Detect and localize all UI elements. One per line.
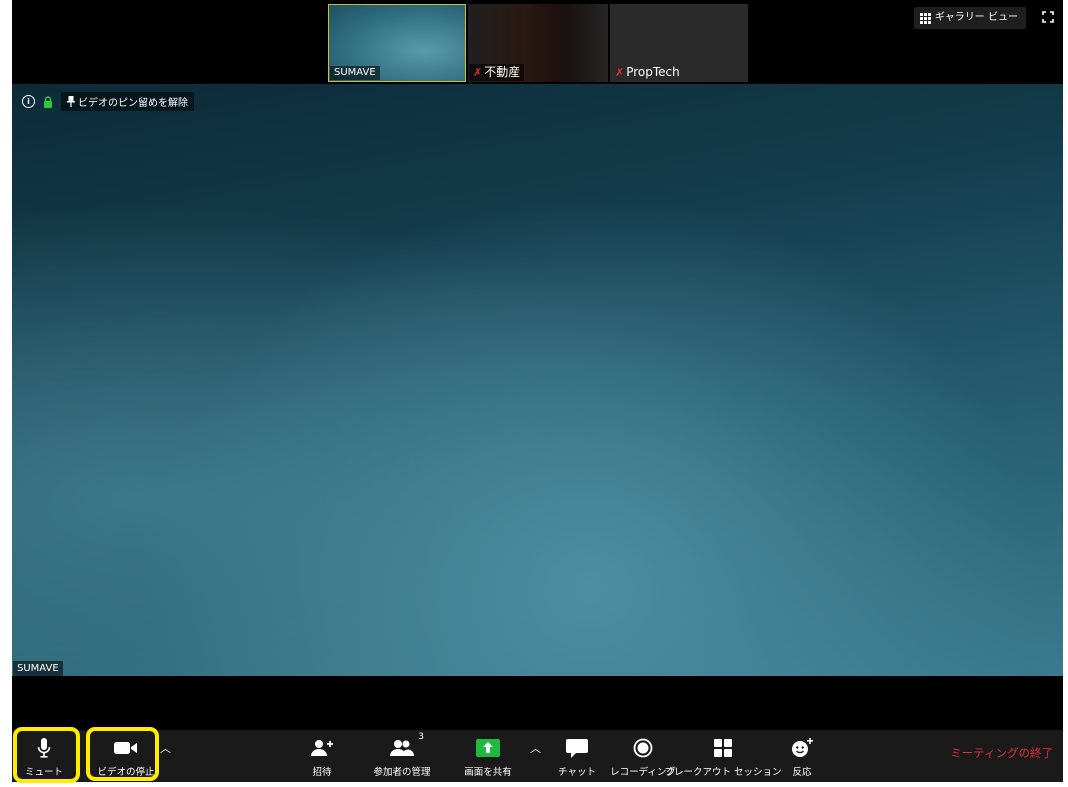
participant-name: SUMAVE <box>330 66 380 80</box>
share-screen-label: 画面を共有 <box>464 767 512 778</box>
reactions-button[interactable]: 反応 <box>784 730 820 782</box>
invite-button[interactable]: 招待 <box>302 730 342 782</box>
end-meeting-button[interactable]: ミーティングの終了 <box>950 745 1053 761</box>
manage-participants-label: 参加者の管理 <box>373 767 431 778</box>
gallery-view-button[interactable]: ギャラリー ビュー <box>913 7 1026 29</box>
chat-icon <box>566 736 588 760</box>
thumbnail-proptech[interactable]: ✗ PropTech <box>610 4 748 82</box>
participant-label: ✗ PropTech <box>611 64 684 81</box>
share-screen-icon <box>476 736 500 760</box>
pin-icon <box>67 96 75 107</box>
zoom-window: SUMAVE ✗ 不動産 ✗ PropTech ギャラリー ビュー i ビデオの… <box>12 0 1063 783</box>
unpin-video-label: ビデオのピン留めを解除 <box>78 98 188 109</box>
breakout-session-button[interactable]: ブレークアウト セッション <box>664 730 782 782</box>
share-screen-button[interactable]: 画面を共有 <box>458 730 518 782</box>
add-user-icon <box>311 736 333 760</box>
info-icon[interactable]: i <box>22 95 35 108</box>
invite-label: 招待 <box>312 767 332 778</box>
record-icon <box>633 736 653 760</box>
participant-name: 不動産 <box>484 65 521 79</box>
smiley-add-icon <box>791 736 813 760</box>
participant-name: PropTech <box>626 65 680 79</box>
manage-participants-button[interactable]: 3 参加者の管理 <box>368 730 436 782</box>
participants-icon: 3 <box>390 732 424 760</box>
video-options-chevron-icon[interactable]: ︿ <box>160 740 171 756</box>
gallery-view-label: ギャラリー ビュー <box>934 12 1018 23</box>
mic-muted-icon: ✗ <box>473 66 483 79</box>
fullscreen-icon[interactable] <box>1042 11 1054 23</box>
mic-muted-icon: ✗ <box>615 66 625 79</box>
chat-label: チャット <box>558 767 596 778</box>
breakout-session-label: ブレークアウト セッション <box>664 767 782 778</box>
main-video: i ビデオのピン留めを解除 SUMAVE <box>12 84 1063 676</box>
reactions-label: 反応 <box>792 767 812 778</box>
lock-icon[interactable] <box>43 95 53 108</box>
participant-label: ✗ 不動産 <box>469 64 525 81</box>
unpin-video-button[interactable]: ビデオのピン留めを解除 <box>61 92 194 111</box>
thumbnail-sumave[interactable]: SUMAVE <box>328 4 466 82</box>
video-overlay: i ビデオのピン留めを解除 <box>22 92 194 111</box>
participants-count: 3 <box>418 732 424 742</box>
highlight-mute <box>13 727 80 783</box>
chat-button[interactable]: チャット <box>557 730 597 782</box>
meeting-toolbar: ミュート ビデオの停止 ︿ 招待 3 参加者の管理 画面を共有 ︿ チャット レ… <box>12 730 1063 782</box>
grid-icon <box>919 12 931 24</box>
speaker-name: SUMAVE <box>13 661 63 676</box>
thumbnail-fudousan[interactable]: ✗ 不動産 <box>468 4 608 82</box>
highlight-stop-video <box>86 727 159 781</box>
share-options-chevron-icon[interactable]: ︿ <box>530 740 541 756</box>
breakout-rooms-icon <box>714 736 732 760</box>
